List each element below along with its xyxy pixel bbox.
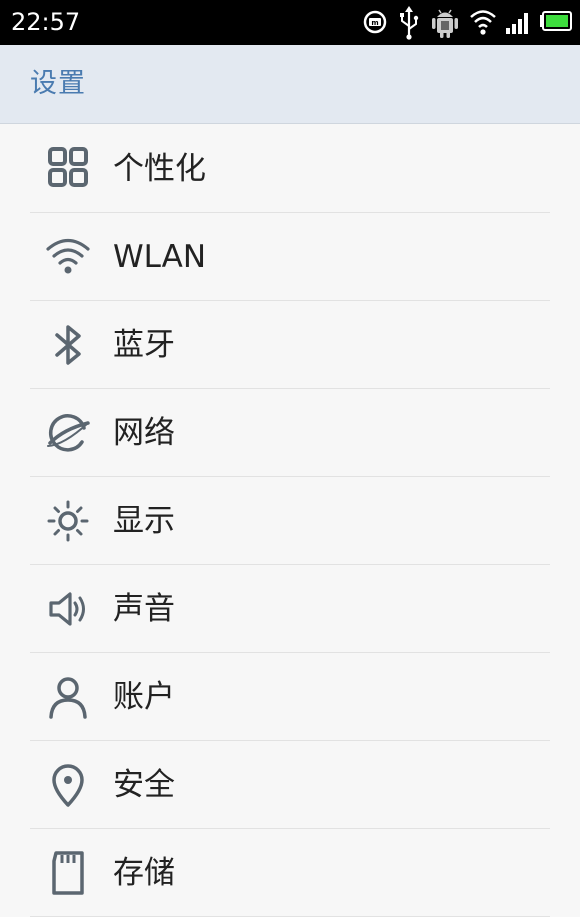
wifi-status-icon <box>470 10 496 35</box>
settings-item-label: 网络 <box>113 415 175 451</box>
grid-icon <box>48 147 88 187</box>
person-icon <box>49 677 87 719</box>
android-debug-icon <box>432 9 458 38</box>
settings-item-account[interactable]: 账户 <box>0 653 580 741</box>
settings-item-label: 安全 <box>113 767 175 803</box>
settings-item-label: 账户 <box>113 679 175 715</box>
settings-item-network[interactable]: 网络 <box>0 389 580 477</box>
settings-item-label: 蓝牙 <box>113 327 175 363</box>
signal-icon <box>506 13 528 34</box>
settings-item-label: 存储 <box>113 855 175 891</box>
settings-item-sound[interactable]: 声音 <box>0 565 580 653</box>
speaker-icon <box>49 592 85 626</box>
status-icons: m <box>350 0 580 45</box>
location-pin-icon <box>52 764 84 807</box>
bluetooth-icon <box>55 325 81 365</box>
wifi-icon <box>46 238 90 274</box>
settings-item-display[interactable]: 显示 <box>0 477 580 565</box>
status-bar: 22:57 m <box>0 0 580 45</box>
settings-list: 个性化 WLAN 蓝牙 网络 显示 声音 账户 安全 存储 <box>0 125 580 917</box>
settings-item-storage[interactable]: 存储 <box>0 829 580 917</box>
usb-icon <box>400 6 419 40</box>
m-notification-icon: m <box>363 10 387 34</box>
svg-text:m: m <box>371 19 378 27</box>
settings-item-personalization[interactable]: 个性化 <box>0 125 580 213</box>
settings-item-security[interactable]: 安全 <box>0 741 580 829</box>
settings-item-wlan[interactable]: WLAN <box>0 213 580 301</box>
globe-icon <box>47 414 90 452</box>
page-title: 设置 <box>30 68 86 99</box>
settings-item-bluetooth[interactable]: 蓝牙 <box>0 301 580 389</box>
settings-item-label: 显示 <box>113 503 175 539</box>
settings-item-label: 个性化 <box>113 151 206 187</box>
settings-item-label: WLAN <box>113 239 207 275</box>
brightness-icon <box>47 500 89 542</box>
battery-icon <box>540 11 572 31</box>
settings-item-label: 声音 <box>113 591 175 627</box>
sd-card-icon <box>52 851 84 895</box>
action-bar: 设置 <box>0 45 580 124</box>
status-time: 22:57 <box>11 8 81 36</box>
